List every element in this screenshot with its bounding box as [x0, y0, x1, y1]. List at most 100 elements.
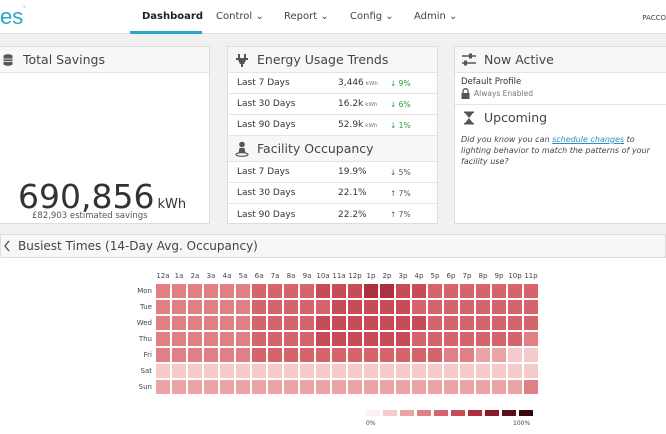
- heatmap-cell[interactable]: [300, 316, 314, 330]
- heatmap-cell[interactable]: [508, 380, 522, 394]
- heatmap-cell[interactable]: [284, 364, 298, 378]
- heatmap-cell[interactable]: [332, 332, 346, 346]
- heatmap-cell[interactable]: [524, 284, 538, 298]
- heatmap-cell[interactable]: [364, 284, 378, 298]
- heatmap-cell[interactable]: [412, 300, 426, 314]
- heatmap-cell[interactable]: [268, 284, 282, 298]
- logo[interactable]: es°: [0, 4, 26, 30]
- heatmap-cell[interactable]: [428, 380, 442, 394]
- heatmap-cell[interactable]: [524, 300, 538, 314]
- heatmap-cell[interactable]: [428, 332, 442, 346]
- heatmap-cell[interactable]: [492, 316, 506, 330]
- heatmap-cell[interactable]: [252, 332, 266, 346]
- heatmap-cell[interactable]: [348, 284, 362, 298]
- heatmap-cell[interactable]: [188, 300, 202, 314]
- heatmap-cell[interactable]: [300, 284, 314, 298]
- heatmap-cell[interactable]: [316, 348, 330, 362]
- heatmap-cell[interactable]: [220, 332, 234, 346]
- heatmap-cell[interactable]: [236, 348, 250, 362]
- heatmap-cell[interactable]: [348, 364, 362, 378]
- heatmap-cell[interactable]: [316, 380, 330, 394]
- heatmap-cell[interactable]: [204, 300, 218, 314]
- heatmap-cell[interactable]: [252, 380, 266, 394]
- heatmap-cell[interactable]: [364, 316, 378, 330]
- heatmap-cell[interactable]: [364, 364, 378, 378]
- heatmap-cell[interactable]: [284, 380, 298, 394]
- heatmap-cell[interactable]: [428, 316, 442, 330]
- heatmap-cell[interactable]: [412, 332, 426, 346]
- heatmap-cell[interactable]: [188, 364, 202, 378]
- heatmap-cell[interactable]: [396, 300, 410, 314]
- heatmap-cell[interactable]: [492, 380, 506, 394]
- heatmap-cell[interactable]: [508, 332, 522, 346]
- heatmap-cell[interactable]: [380, 332, 394, 346]
- heatmap-cell[interactable]: [220, 316, 234, 330]
- heatmap-cell[interactable]: [332, 364, 346, 378]
- heatmap-cell[interactable]: [268, 300, 282, 314]
- heatmap-cell[interactable]: [476, 380, 490, 394]
- nav-control[interactable]: Control ⌄: [216, 11, 264, 22]
- heatmap-cell[interactable]: [204, 284, 218, 298]
- heatmap-cell[interactable]: [460, 364, 474, 378]
- heatmap-cell[interactable]: [204, 380, 218, 394]
- heatmap-cell[interactable]: [156, 316, 170, 330]
- heatmap-cell[interactable]: [204, 348, 218, 362]
- heatmap-cell[interactable]: [252, 300, 266, 314]
- heatmap-cell[interactable]: [380, 300, 394, 314]
- heatmap-cell[interactable]: [156, 348, 170, 362]
- heatmap-cell[interactable]: [444, 316, 458, 330]
- heatmap-cell[interactable]: [460, 332, 474, 346]
- heatmap-cell[interactable]: [252, 284, 266, 298]
- heatmap-cell[interactable]: [428, 364, 442, 378]
- heatmap-cell[interactable]: [524, 332, 538, 346]
- heatmap-cell[interactable]: [220, 380, 234, 394]
- heatmap-cell[interactable]: [524, 364, 538, 378]
- heatmap-cell[interactable]: [492, 300, 506, 314]
- heatmap-cell[interactable]: [460, 284, 474, 298]
- heatmap-cell[interactable]: [444, 364, 458, 378]
- heatmap-cell[interactable]: [444, 332, 458, 346]
- nav-dashboard[interactable]: Dashboard: [142, 11, 203, 22]
- heatmap-cell[interactable]: [188, 284, 202, 298]
- heatmap-cell[interactable]: [268, 380, 282, 394]
- heatmap-cell[interactable]: [476, 284, 490, 298]
- profile-name[interactable]: Default Profile: [461, 77, 661, 87]
- user-menu[interactable]: PACCO: [642, 14, 666, 22]
- heatmap-cell[interactable]: [508, 348, 522, 362]
- heatmap-cell[interactable]: [204, 316, 218, 330]
- heatmap-cell[interactable]: [300, 348, 314, 362]
- heatmap-cell[interactable]: [476, 332, 490, 346]
- heatmap-cell[interactable]: [444, 348, 458, 362]
- heatmap-cell[interactable]: [236, 284, 250, 298]
- heatmap-cell[interactable]: [268, 316, 282, 330]
- heatmap-cell[interactable]: [508, 284, 522, 298]
- chevron-left-icon[interactable]: [4, 240, 10, 252]
- heatmap-cell[interactable]: [332, 380, 346, 394]
- heatmap-cell[interactable]: [268, 348, 282, 362]
- heatmap-cell[interactable]: [524, 348, 538, 362]
- heatmap-cell[interactable]: [476, 348, 490, 362]
- heatmap-cell[interactable]: [412, 284, 426, 298]
- heatmap-cell[interactable]: [172, 348, 186, 362]
- heatmap-cell[interactable]: [316, 300, 330, 314]
- heatmap-cell[interactable]: [156, 364, 170, 378]
- heatmap-cell[interactable]: [172, 332, 186, 346]
- heatmap-cell[interactable]: [172, 300, 186, 314]
- heatmap-cell[interactable]: [396, 348, 410, 362]
- heatmap-cell[interactable]: [364, 380, 378, 394]
- heatmap-cell[interactable]: [316, 364, 330, 378]
- heatmap-cell[interactable]: [220, 348, 234, 362]
- heatmap-cell[interactable]: [476, 316, 490, 330]
- heatmap-cell[interactable]: [348, 380, 362, 394]
- heatmap-cell[interactable]: [444, 284, 458, 298]
- heatmap-cell[interactable]: [284, 332, 298, 346]
- heatmap-cell[interactable]: [412, 364, 426, 378]
- heatmap-cell[interactable]: [380, 364, 394, 378]
- heatmap-cell[interactable]: [316, 316, 330, 330]
- heatmap-cell[interactable]: [252, 364, 266, 378]
- heatmap-cell[interactable]: [316, 332, 330, 346]
- heatmap-cell[interactable]: [396, 316, 410, 330]
- heatmap-cell[interactable]: [268, 364, 282, 378]
- heatmap-cell[interactable]: [300, 332, 314, 346]
- heatmap-cell[interactable]: [524, 316, 538, 330]
